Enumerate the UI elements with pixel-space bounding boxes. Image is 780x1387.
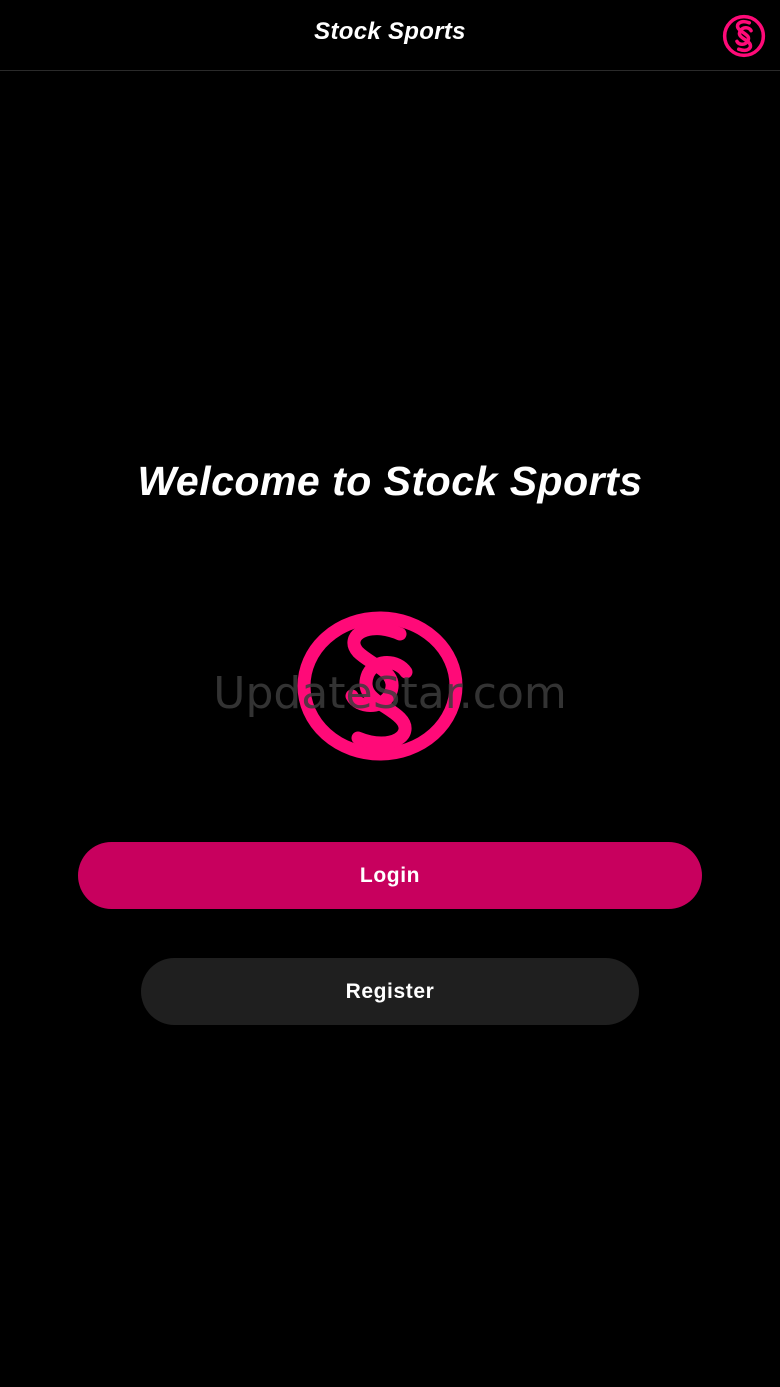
register-button[interactable]: Register: [141, 958, 639, 1025]
stock-sports-logo-icon[interactable]: [722, 14, 766, 58]
welcome-heading: Welcome to Stock Sports: [137, 458, 643, 504]
top-bar: Stock Sports: [0, 0, 780, 71]
app-title: Stock Sports: [314, 18, 466, 45]
stock-sports-logo-icon: [297, 611, 463, 761]
login-button[interactable]: Login: [78, 842, 702, 909]
